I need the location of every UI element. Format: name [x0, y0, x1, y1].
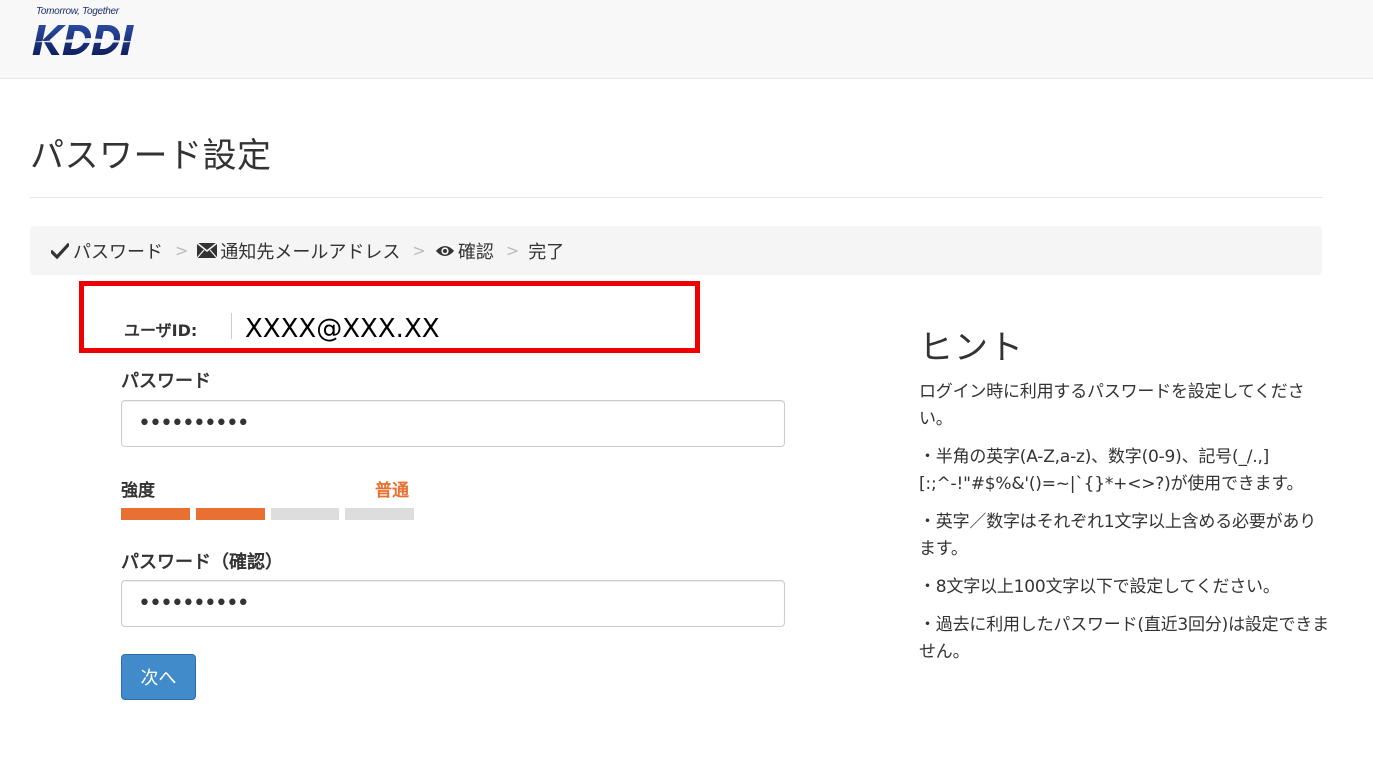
step-complete-label: 完了 [528, 241, 565, 263]
hint-paragraph: ・8文字以上100文字以下で設定してください。 [919, 577, 1280, 597]
hint-paragraph: ログイン時に利用するパスワードを設定してください。 [919, 382, 1305, 429]
strength-segment [121, 508, 190, 520]
strength-segment [195, 508, 265, 520]
hint-panel: ヒント ログイン時に利用するパスワードを設定してください。 ・半角の英字(A-Z… [919, 320, 1329, 677]
top-navbar: Tomorrow, Together [0, 0, 1373, 79]
kddi-logo[interactable]: Tomorrow, Together [30, 6, 140, 60]
step-notify-email: 通知先メールアドレス [197, 238, 400, 264]
hint-paragraph: ・半角の英字(A-Z,a-z)、数字(0-9)、記号(_/.,][:;^-!"#… [919, 447, 1304, 494]
breadcrumb-separator: > [505, 241, 520, 260]
strength-segment [270, 508, 340, 520]
hint-title: ヒント [919, 328, 1024, 368]
step-confirm: 確認 [435, 238, 494, 264]
user-id-value: XXXX@XXX.XX [245, 314, 440, 344]
step-password-label: パスワード [73, 241, 163, 263]
password-confirm-label: パスワード（確認） [121, 552, 283, 573]
step-password: パスワード [50, 238, 163, 264]
step-breadcrumb: パスワード > 通知先メールアドレス > 確認 > 完了 [30, 226, 1322, 275]
eye-icon [435, 241, 455, 261]
step-confirm-label: 確認 [457, 241, 494, 263]
breadcrumb-separator: > [412, 241, 426, 260]
envelope-icon [197, 241, 218, 261]
breadcrumb-separator: > [175, 241, 189, 260]
checkmark-icon [50, 241, 70, 261]
strength-value: 普通 [375, 481, 409, 501]
kddi-logo-mark [30, 25, 138, 55]
title-divider [30, 197, 1323, 198]
step-complete: 完了 [528, 238, 564, 264]
hint-paragraph: ・過去に利用したパスワード(直近3回分)は設定できません。 [919, 615, 1329, 662]
strength-segment [345, 508, 414, 520]
user-id-divider [231, 313, 232, 339]
user-id-highlight: ユーザID: XXXX@XXX.XX [79, 281, 700, 353]
next-button[interactable]: 次へ [121, 654, 196, 700]
strength-label: 強度 [121, 481, 155, 501]
strength-meter [121, 508, 414, 520]
user-id-label: ユーザID: [124, 321, 198, 340]
page-title: パスワード設定 [30, 136, 272, 176]
password-confirm-field[interactable] [121, 580, 785, 627]
logo-tagline: Tomorrow, Together [36, 6, 119, 17]
password-field[interactable] [121, 400, 785, 447]
step-notify-email-label: 通知先メールアドレス [220, 241, 401, 263]
hint-paragraph: ・英字／数字はそれぞれ1文字以上含める必要があります。 [919, 512, 1317, 559]
password-label: パスワード [121, 371, 211, 392]
